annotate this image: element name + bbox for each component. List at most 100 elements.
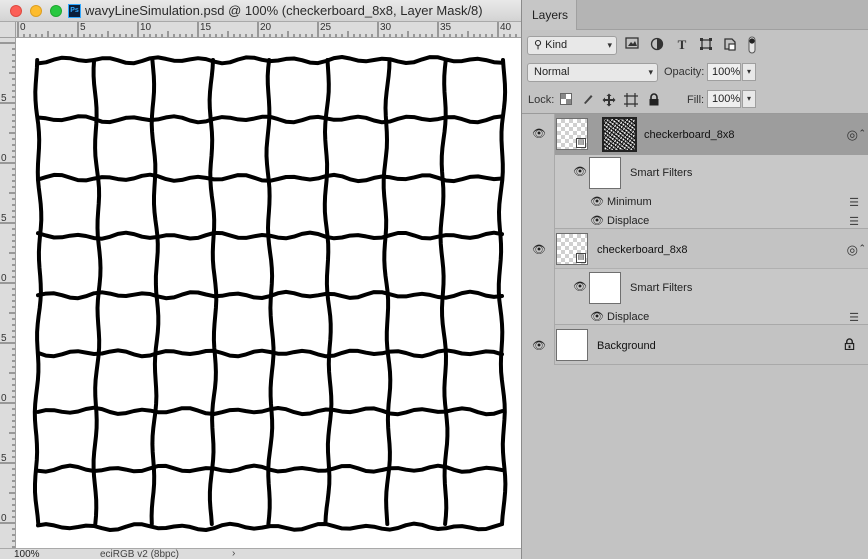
chevron-down-icon: ▾ bbox=[648, 67, 653, 77]
close-window-button[interactable] bbox=[10, 5, 22, 17]
layer-name[interactable]: checkerboard_8x8 bbox=[644, 129, 735, 141]
layer-mask-thumbnail[interactable] bbox=[602, 117, 637, 152]
filter-kind-label: Kind bbox=[545, 39, 568, 51]
ruler-label: 40 bbox=[500, 22, 512, 33]
ruler-label: 5 bbox=[1, 453, 7, 464]
layer-thumbnail[interactable]: ▤ bbox=[556, 233, 588, 265]
smart-object-badge-icon: ▤ bbox=[576, 138, 586, 148]
lock-image-pixels-icon[interactable] bbox=[581, 93, 595, 107]
ruler-label: 0 bbox=[1, 153, 7, 164]
shape-layer-filter-icon[interactable] bbox=[698, 37, 714, 53]
zoom-level[interactable]: 100% bbox=[14, 549, 40, 559]
wavy-checkerboard-grid bbox=[32, 55, 508, 532]
vertical-ruler-ticks bbox=[0, 42, 15, 548]
eye-icon[interactable]: 👁 bbox=[532, 245, 546, 256]
filter-options-icon[interactable]: ☰ bbox=[849, 313, 859, 324]
ruler-label: 5 bbox=[80, 22, 86, 33]
row-divider bbox=[554, 114, 555, 229]
ruler-label: 20 bbox=[260, 22, 272, 33]
ruler-label: 30 bbox=[380, 22, 392, 33]
ruler-origin[interactable] bbox=[0, 22, 16, 38]
layers-list[interactable]: 👁 ▤ checkerboard_8x8 ⌃ ◎ 👁 Smart Filters… bbox=[522, 113, 868, 559]
document-titlebar: Ps wavyLineSimulation.psd @ 100% (checke… bbox=[0, 0, 521, 22]
filter-options-icon[interactable]: ☰ bbox=[849, 198, 859, 209]
ruler-label: 5 bbox=[1, 93, 7, 104]
eye-icon[interactable]: 👁 bbox=[532, 129, 546, 140]
grid-vertical-line bbox=[496, 58, 508, 526]
opacity-label: Opacity: bbox=[664, 66, 705, 78]
eye-icon[interactable]: 👁 bbox=[573, 282, 587, 293]
lock-all-icon[interactable] bbox=[647, 93, 661, 107]
blend-mode-dropdown[interactable]: Normal ▾ bbox=[527, 63, 658, 82]
layer-thumbnail[interactable]: ▤ bbox=[556, 118, 588, 150]
ruler-label: 0 bbox=[20, 22, 26, 33]
type-layer-filter-icon[interactable]: T bbox=[674, 37, 690, 53]
eye-icon[interactable]: 👁 bbox=[590, 197, 604, 208]
grid-vertical-line bbox=[149, 58, 161, 526]
smart-filter-indicator-icon: ◎ bbox=[846, 242, 858, 257]
smart-filters-label[interactable]: Smart Filters bbox=[630, 167, 692, 179]
grid-horizontal-line bbox=[36, 348, 504, 359]
document-window: Ps wavyLineSimulation.psd @ 100% (checke… bbox=[0, 0, 521, 559]
filter-displace[interactable]: Displace bbox=[607, 215, 649, 227]
opacity-input[interactable]: 100% bbox=[707, 63, 741, 81]
smart-filter-mask-thumbnail[interactable] bbox=[589, 157, 621, 189]
layer-group-checkerboard-2: 👁 ▤ checkerboard_8x8 ⌃ ◎ 👁 Smart Filters… bbox=[522, 229, 868, 325]
opacity-dropdown-button[interactable]: ▾ bbox=[742, 63, 756, 81]
filter-displace[interactable]: Displace bbox=[607, 311, 649, 323]
collapse-chevron-icon[interactable]: ⌃ bbox=[858, 128, 866, 139]
lock-icon[interactable] bbox=[844, 338, 855, 353]
layer-thumbnail[interactable] bbox=[556, 329, 588, 361]
layer-group-checkerboard-1: 👁 ▤ checkerboard_8x8 ⌃ ◎ 👁 Smart Filters… bbox=[522, 114, 868, 229]
ruler-label: 10 bbox=[140, 22, 152, 33]
layer-row-background[interactable]: 👁 Background bbox=[522, 325, 868, 365]
fill-input[interactable]: 100% bbox=[707, 90, 741, 108]
lock-artboard-icon[interactable] bbox=[624, 93, 638, 107]
status-menu-arrow[interactable]: › bbox=[232, 549, 235, 559]
ruler-label: 5 bbox=[1, 213, 7, 224]
chevron-down-icon: ▾ bbox=[607, 40, 612, 50]
eye-icon[interactable]: 👁 bbox=[573, 167, 587, 178]
ruler-label: 25 bbox=[320, 22, 332, 33]
smart-object-badge-icon: ▤ bbox=[576, 253, 586, 263]
fill-label: Fill: bbox=[687, 94, 705, 106]
filter-options-icon[interactable]: ☰ bbox=[849, 217, 859, 228]
ruler-label: 0 bbox=[1, 273, 7, 284]
lock-transparent-pixels-icon[interactable] bbox=[559, 93, 573, 107]
minimize-window-button[interactable] bbox=[30, 5, 42, 17]
collapse-chevron-icon[interactable]: ⌃ bbox=[858, 243, 866, 254]
ruler-label: 0 bbox=[1, 393, 7, 404]
smart-object-filter-icon[interactable] bbox=[722, 37, 738, 53]
eye-icon[interactable]: 👁 bbox=[590, 312, 604, 323]
document-profile-info[interactable]: eciRGB v2 (8bpc) bbox=[100, 549, 179, 559]
smart-filter-indicator-icon: ◎ bbox=[846, 127, 858, 142]
eye-icon[interactable]: 👁 bbox=[532, 341, 546, 352]
canvas-area[interactable] bbox=[16, 38, 521, 548]
row-divider bbox=[554, 229, 555, 325]
panel-tab-bar: Layers bbox=[522, 0, 868, 30]
ruler-label: 35 bbox=[440, 22, 452, 33]
horizontal-ruler[interactable]: 0 5 10 15 20 25 30 35 40 bbox=[16, 22, 521, 38]
eye-icon[interactable]: 👁 bbox=[590, 216, 604, 227]
smart-filters-label[interactable]: Smart Filters bbox=[630, 282, 692, 294]
document-title: wavyLineSimulation.psd @ 100% (checkerbo… bbox=[85, 3, 483, 18]
maximize-window-button[interactable] bbox=[50, 5, 62, 17]
smart-filter-mask-thumbnail[interactable] bbox=[589, 272, 621, 304]
lock-label: Lock: bbox=[528, 94, 555, 106]
ruler-label: 5 bbox=[1, 333, 7, 344]
lock-position-icon[interactable] bbox=[602, 93, 616, 107]
layer-name[interactable]: checkerboard_8x8 bbox=[597, 244, 688, 256]
grid-vertical-line bbox=[207, 58, 219, 526]
fill-dropdown-button[interactable]: ▾ bbox=[742, 90, 756, 108]
document-canvas[interactable] bbox=[16, 38, 521, 548]
filter-toggle-switch[interactable] bbox=[748, 36, 756, 54]
blend-mode-value: Normal bbox=[534, 66, 570, 78]
pixel-layer-filter-icon[interactable] bbox=[624, 37, 640, 53]
tab-layers[interactable]: Layers bbox=[522, 0, 577, 30]
filter-minimum[interactable]: Minimum bbox=[607, 196, 652, 208]
filter-kind-dropdown[interactable]: ⚲ Kind ▾ bbox=[527, 36, 617, 55]
photoshop-document-icon: Ps bbox=[68, 4, 81, 18]
layer-name[interactable]: Background bbox=[597, 340, 656, 352]
vertical-ruler[interactable]: 505050504 bbox=[0, 38, 16, 548]
adjustment-layer-filter-icon[interactable] bbox=[649, 37, 665, 53]
